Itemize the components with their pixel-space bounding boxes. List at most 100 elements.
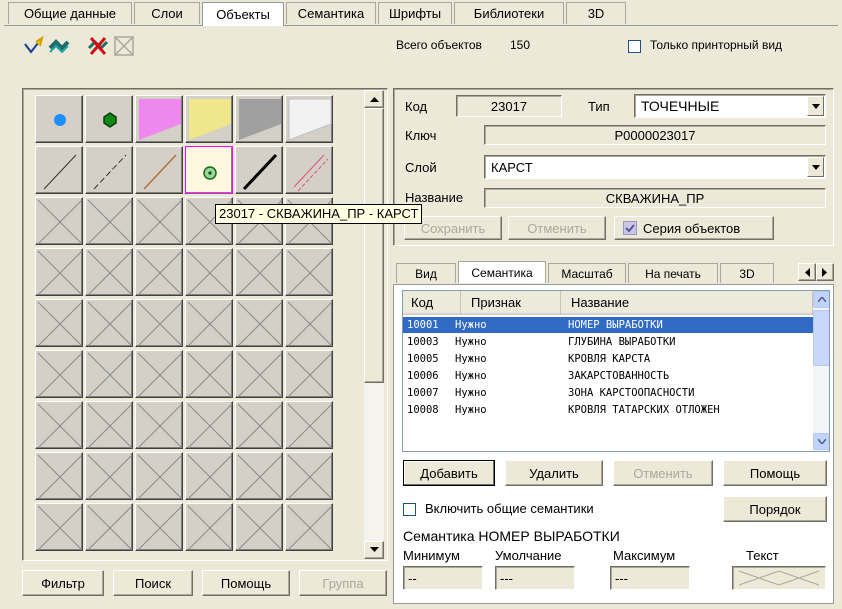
- sub-tab-2[interactable]: Семантика: [458, 261, 546, 283]
- column-header-1[interactable]: Код: [403, 291, 461, 315]
- layer-select[interactable]: КАРСТ: [484, 155, 826, 179]
- object-cell[interactable]: [35, 299, 83, 347]
- order-button[interactable]: Порядок: [723, 496, 827, 522]
- tab-2[interactable]: Слои: [134, 2, 200, 24]
- search-button[interactable]: Поиск: [113, 570, 193, 596]
- object-cell[interactable]: [135, 146, 183, 194]
- object-cell[interactable]: [135, 452, 183, 500]
- column-header-2[interactable]: Признак: [463, 291, 561, 315]
- sub-tab-4[interactable]: На печать: [628, 263, 718, 283]
- scroll-up-icon[interactable]: [813, 291, 829, 308]
- object-cell[interactable]: [185, 248, 233, 296]
- object-cell[interactable]: [185, 95, 233, 143]
- scroll-up-button[interactable]: [364, 90, 384, 108]
- object-cell[interactable]: [235, 299, 283, 347]
- object-cell[interactable]: [285, 299, 333, 347]
- object-cell[interactable]: [35, 350, 83, 398]
- object-cell[interactable]: [135, 401, 183, 449]
- series-button[interactable]: Серия объектов: [614, 216, 774, 240]
- object-cell[interactable]: [135, 197, 183, 245]
- object-cell[interactable]: [185, 350, 233, 398]
- object-cell[interactable]: [235, 248, 283, 296]
- chevron-down-icon[interactable]: [807, 157, 824, 177]
- object-cell[interactable]: [135, 350, 183, 398]
- tab-7[interactable]: 3D: [566, 2, 626, 24]
- chevron-down-icon[interactable]: [807, 96, 824, 116]
- table-scrollbar[interactable]: [813, 291, 829, 451]
- sub-tab-5[interactable]: 3D: [720, 263, 774, 283]
- object-cell[interactable]: [235, 503, 283, 551]
- edit-object-icon[interactable]: [22, 34, 46, 58]
- sub-tab-1[interactable]: Вид: [396, 263, 456, 283]
- tab-4[interactable]: Семантика: [286, 2, 376, 24]
- object-cell[interactable]: [135, 95, 183, 143]
- table-row[interactable]: 10005 Нужно КРОВЛЯ КАРСТА: [403, 351, 813, 367]
- scroll-down-button[interactable]: [364, 541, 384, 559]
- object-cell[interactable]: [185, 503, 233, 551]
- object-cell[interactable]: [135, 299, 183, 347]
- sub-tab-3[interactable]: Масштаб: [548, 263, 626, 283]
- tab-scroll-right-button[interactable]: [816, 263, 834, 281]
- object-cell[interactable]: [285, 452, 333, 500]
- tab-6[interactable]: Библиотеки: [454, 2, 564, 24]
- object-cell[interactable]: [35, 146, 83, 194]
- object-cell[interactable]: [85, 146, 133, 194]
- type-select[interactable]: ТОЧЕЧНЫЕ: [634, 94, 826, 118]
- add-button[interactable]: Добавить: [403, 460, 495, 486]
- object-cell[interactable]: [235, 95, 283, 143]
- object-cell[interactable]: [85, 299, 133, 347]
- include-common-checkbox[interactable]: [403, 503, 416, 516]
- scroll-thumb[interactable]: [364, 108, 384, 383]
- code-field[interactable]: 23017: [456, 95, 562, 117]
- object-cell[interactable]: [35, 197, 83, 245]
- object-cell[interactable]: [185, 146, 233, 194]
- tab-3[interactable]: Объекты: [202, 2, 284, 26]
- object-cell[interactable]: [35, 452, 83, 500]
- object-cell[interactable]: [185, 401, 233, 449]
- object-cell[interactable]: [85, 503, 133, 551]
- grid-scrollbar[interactable]: [364, 90, 384, 559]
- object-cell[interactable]: [85, 248, 133, 296]
- object-cell[interactable]: [35, 503, 83, 551]
- object-cell[interactable]: [35, 95, 83, 143]
- print-only-checkbox[interactable]: [628, 40, 641, 53]
- filter-button[interactable]: Фильтр: [22, 570, 104, 596]
- object-cell[interactable]: [235, 350, 283, 398]
- delete-button[interactable]: Удалить: [505, 460, 603, 486]
- table-row[interactable]: 10007 Нужно ЗОНА КАРСТООПАСНОСТИ: [403, 385, 813, 401]
- object-cell[interactable]: [85, 401, 133, 449]
- help-button[interactable]: Помощь: [723, 460, 827, 486]
- link-objects-icon[interactable]: [48, 34, 72, 58]
- tab-5[interactable]: Шрифты: [378, 2, 452, 24]
- object-cell[interactable]: [285, 248, 333, 296]
- help-button-left[interactable]: Помощь: [202, 570, 290, 596]
- object-cell[interactable]: [285, 95, 333, 143]
- object-cell[interactable]: [85, 350, 133, 398]
- object-cell[interactable]: [285, 401, 333, 449]
- table-row[interactable]: 10008 Нужно КРОВЛЯ ТАТАРСКИХ ОТЛОЖЕН: [403, 402, 813, 418]
- tab-1[interactable]: Общие данные: [8, 2, 132, 24]
- scroll-down-icon[interactable]: [813, 433, 829, 450]
- object-cell[interactable]: [85, 452, 133, 500]
- scroll-thumb[interactable]: [813, 310, 829, 366]
- object-cell[interactable]: [235, 401, 283, 449]
- object-cell[interactable]: [85, 197, 133, 245]
- column-header-3[interactable]: Название: [563, 291, 813, 315]
- delete-object-icon[interactable]: [86, 34, 110, 58]
- object-cell[interactable]: [285, 350, 333, 398]
- object-cell[interactable]: [235, 146, 283, 194]
- table-row[interactable]: 10003 Нужно ГЛУБИНА ВЫРАБОТКИ: [403, 334, 813, 350]
- object-cell[interactable]: [285, 503, 333, 551]
- object-cell[interactable]: [285, 146, 333, 194]
- table-row[interactable]: 10001 Нужно НОМЕР ВЫРАБОТКИ: [403, 317, 813, 333]
- object-cell[interactable]: [185, 299, 233, 347]
- object-cell[interactable]: [35, 401, 83, 449]
- object-cell[interactable]: [35, 248, 83, 296]
- table-row[interactable]: 10006 Нужно ЗАКАРСТОВАННОСТЬ: [403, 368, 813, 384]
- object-cell[interactable]: [135, 503, 183, 551]
- object-cell[interactable]: [235, 452, 283, 500]
- object-cell[interactable]: [185, 452, 233, 500]
- tab-scroll-left-button[interactable]: [798, 263, 816, 281]
- object-cell[interactable]: [85, 95, 133, 143]
- object-cell[interactable]: [135, 248, 183, 296]
